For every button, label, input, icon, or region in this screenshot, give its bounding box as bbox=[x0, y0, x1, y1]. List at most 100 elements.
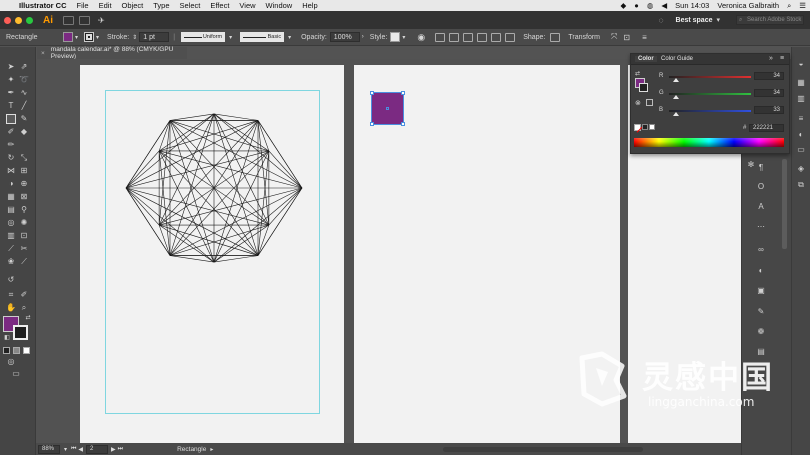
selected-purple-rectangle[interactable] bbox=[370, 91, 405, 126]
hex-field[interactable]: 222221 bbox=[749, 124, 784, 132]
width-tool-icon[interactable]: ⋈ bbox=[6, 166, 16, 176]
channel-r-thumb[interactable] bbox=[673, 78, 679, 82]
white-swatch[interactable] bbox=[649, 124, 655, 130]
swap-colors-icon[interactable]: ⇄ bbox=[23, 313, 33, 323]
free-transform-tool-icon[interactable]: ⊞ bbox=[19, 166, 29, 176]
type-tool-icon[interactable]: T bbox=[6, 101, 16, 111]
rotate-tool-icon[interactable]: ↻ bbox=[6, 153, 16, 163]
zoom-tool-icon[interactable]: ⌕ bbox=[19, 303, 29, 313]
channel-b-slider[interactable] bbox=[669, 110, 751, 112]
close-window-button[interactable] bbox=[4, 16, 11, 24]
horizontal-scrollbar[interactable] bbox=[443, 446, 644, 452]
chevron-down-icon[interactable]: ▾ bbox=[75, 34, 78, 41]
search-icon[interactable]: ⌕ bbox=[783, 1, 795, 11]
menu-type[interactable]: Type bbox=[148, 1, 174, 10]
workspace-switcher[interactable]: Best space bbox=[676, 17, 713, 24]
next-artboard-icon[interactable]: ▶ bbox=[111, 446, 116, 453]
transform-each-icon[interactable]: ⤧ bbox=[611, 32, 617, 42]
variable-width-profile[interactable]: Uniform bbox=[181, 32, 226, 42]
menu-app-name[interactable]: Illustrator CC bbox=[14, 1, 72, 10]
default-colors-icon[interactable]: ◧ bbox=[2, 333, 12, 343]
menu-window[interactable]: Window bbox=[261, 1, 298, 10]
lightbulb-icon[interactable]: ◌ bbox=[659, 16, 664, 25]
mandala-drawing[interactable] bbox=[124, 110, 304, 270]
chevron-right-icon[interactable]: › bbox=[362, 34, 364, 40]
channel-b-thumb[interactable] bbox=[673, 112, 679, 116]
stroke-weight-field[interactable]: 1 pt bbox=[139, 32, 170, 42]
selection-handle[interactable] bbox=[370, 122, 374, 126]
collapse-icon[interactable]: » bbox=[769, 55, 773, 62]
character-styles-icon[interactable]: A bbox=[756, 202, 766, 212]
stroke-color-box[interactable] bbox=[13, 325, 28, 340]
column-graph-tool-icon[interactable]: ▥ bbox=[6, 231, 16, 241]
gpu-icon[interactable]: ✈ bbox=[98, 16, 105, 25]
prev-artboard-icon[interactable]: ◀ bbox=[78, 446, 83, 453]
dropbox-icon[interactable]: ◆ bbox=[617, 1, 631, 10]
user-name[interactable]: Veronica Galbraith bbox=[713, 1, 783, 10]
menu-object[interactable]: Object bbox=[117, 1, 149, 10]
stroke-swatch[interactable] bbox=[84, 32, 95, 42]
align-right-icon[interactable] bbox=[463, 32, 474, 42]
fill-swatch[interactable] bbox=[63, 32, 73, 42]
chevron-down-icon[interactable]: ▾ bbox=[96, 34, 99, 41]
direct-selection-tool-icon[interactable]: ⇗ bbox=[19, 62, 29, 72]
artboards-icon[interactable]: ⧉ bbox=[796, 180, 806, 190]
tab-color-guide[interactable]: Color Guide bbox=[658, 56, 696, 62]
recolor-artwork-icon[interactable]: ◉ bbox=[417, 32, 425, 43]
opacity-label[interactable]: Opacity: bbox=[301, 34, 327, 41]
crop-tool-icon[interactable]: ⌗ bbox=[6, 290, 16, 300]
notification-icon[interactable]: ☰ bbox=[795, 1, 810, 10]
menu-effect[interactable]: Effect bbox=[205, 1, 234, 10]
paintbrush-tool-icon[interactable]: ✎ bbox=[19, 114, 29, 124]
links-icon[interactable]: ∞ bbox=[756, 245, 766, 255]
mesh-tool-icon[interactable]: ⊠ bbox=[19, 192, 29, 202]
symbols-icon[interactable]: ❁ bbox=[756, 327, 766, 337]
isolate-icon[interactable]: ⊡ bbox=[623, 33, 630, 42]
graphic-style-swatch[interactable] bbox=[390, 32, 401, 42]
menu-edit[interactable]: Edit bbox=[94, 1, 117, 10]
align-left-icon[interactable] bbox=[435, 32, 446, 42]
status-icon[interactable]: ● bbox=[630, 1, 643, 10]
layers-icon[interactable]: ◈ bbox=[796, 164, 806, 174]
draw-mode-icon[interactable]: ◎ bbox=[6, 357, 16, 367]
none-swatch[interactable] bbox=[634, 124, 644, 133]
menu-help[interactable]: Help bbox=[297, 1, 322, 10]
blend-tool-icon[interactable]: ◎ bbox=[6, 218, 16, 228]
chevron-down-icon[interactable]: ▾ bbox=[229, 34, 232, 41]
status-tool[interactable]: Rectangle bbox=[177, 446, 206, 453]
selection-handle[interactable] bbox=[370, 91, 374, 95]
document-tab[interactable]: × mandala calendar.ai* @ 88% (CMYK/GPU P… bbox=[37, 46, 187, 60]
selection-handle[interactable] bbox=[401, 91, 405, 95]
eraser-tool-icon[interactable]: ◆ bbox=[19, 127, 29, 137]
minimize-window-button[interactable] bbox=[15, 16, 22, 24]
gamut-warning-icon[interactable]: ⊗ bbox=[635, 99, 641, 107]
lasso-tool-icon[interactable]: ➰ bbox=[19, 75, 29, 85]
transform-label[interactable]: Transform bbox=[568, 34, 600, 41]
channel-r-value[interactable]: 34 bbox=[754, 72, 784, 80]
stepper-icon[interactable]: ⇕ bbox=[132, 34, 137, 41]
align-center-icon[interactable] bbox=[449, 32, 460, 42]
swap-colors-icon[interactable]: ⇄ bbox=[635, 70, 640, 77]
live-paint-tool-icon[interactable]: ⊕ bbox=[19, 179, 29, 189]
last-artboard-icon[interactable]: ⏭ bbox=[118, 446, 123, 453]
zoom-field[interactable]: 88% bbox=[38, 444, 60, 454]
align-top-icon[interactable] bbox=[477, 32, 488, 42]
menu-select[interactable]: Select bbox=[175, 1, 206, 10]
cc-libraries-icon[interactable]: ◒ bbox=[796, 59, 806, 69]
none-mode-icon[interactable] bbox=[23, 347, 30, 354]
puppet-warp-tool-icon[interactable]: ❀ bbox=[6, 257, 16, 267]
panel-menu-icon[interactable]: ≡ bbox=[642, 33, 647, 42]
artboard-1[interactable] bbox=[80, 65, 344, 443]
channel-b-value[interactable]: 33 bbox=[754, 106, 784, 114]
tab-color[interactable]: Color bbox=[635, 56, 657, 62]
selection-tool-icon[interactable]: ➤ bbox=[6, 62, 16, 72]
appearance-icon[interactable]: ◐ bbox=[756, 266, 766, 276]
web-safe-icon[interactable] bbox=[646, 99, 653, 106]
opacity-field[interactable]: 100% bbox=[329, 32, 360, 42]
curvature-tool-icon[interactable]: ∿ bbox=[19, 88, 29, 98]
stroke-color-box[interactable] bbox=[639, 83, 648, 92]
artboard-number-field[interactable]: 2 bbox=[86, 444, 109, 454]
gradient-tool-icon[interactable]: ▤ bbox=[6, 205, 16, 215]
gradient-mode-icon[interactable] bbox=[13, 347, 20, 354]
stock-search-input[interactable]: ⌕ Search Adobe Stock bbox=[736, 15, 804, 25]
